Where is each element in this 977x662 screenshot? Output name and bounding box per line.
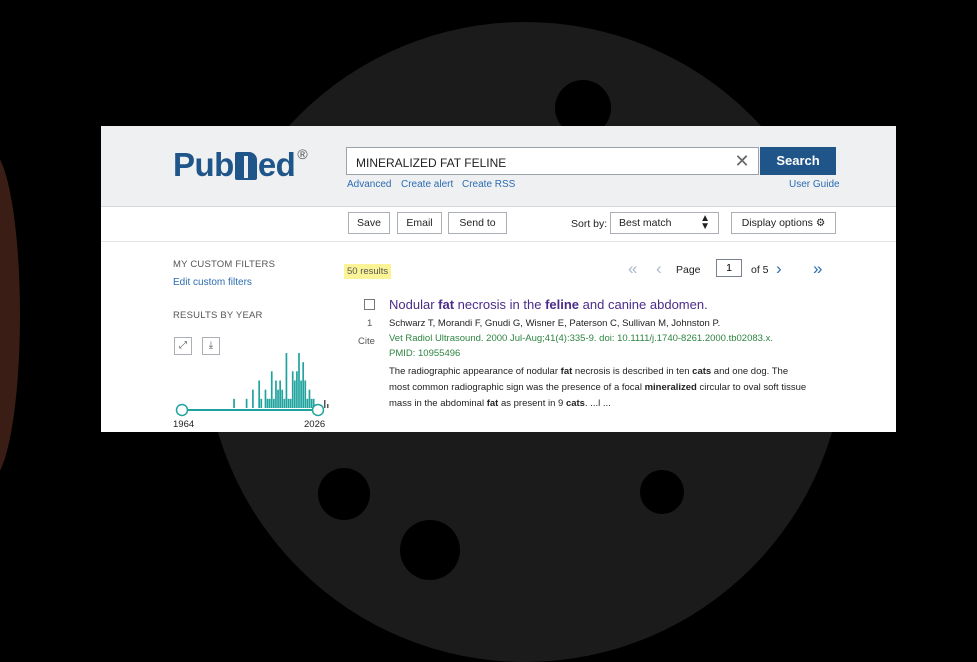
- next-page-icon[interactable]: ›: [776, 259, 782, 279]
- background-dot: [400, 520, 460, 580]
- results-toolbar: Save Email Send to Sort by: Best match ▲…: [101, 207, 896, 242]
- background-edge: [0, 150, 20, 480]
- background-dot: [640, 470, 684, 514]
- advanced-link[interactable]: Advanced: [347, 179, 391, 190]
- histogram-bar: [264, 389, 267, 408]
- histogram-bar: [233, 398, 235, 408]
- save-button[interactable]: Save: [348, 212, 390, 234]
- page-label: Page: [676, 264, 701, 276]
- histogram-bar: [289, 398, 292, 408]
- create-alert-link[interactable]: Create alert: [401, 179, 453, 190]
- article-title-link[interactable]: Nodular fat necrosis in the feline and c…: [389, 297, 708, 312]
- histogram-bar: [302, 362, 305, 408]
- results-by-year-histogram: [175, 353, 329, 417]
- sort-select[interactable]: Best match ▲ ▼: [610, 212, 719, 234]
- histogram-bar: [268, 398, 271, 408]
- page-count: of 5: [751, 264, 769, 276]
- background-dot: [318, 468, 370, 520]
- sort-arrows-icon: ▲ ▼: [700, 213, 710, 232]
- histogram-bar: [281, 389, 284, 408]
- histogram-bar: [306, 398, 309, 408]
- histogram-bar: [304, 380, 307, 408]
- page-number-input[interactable]: 1: [716, 259, 742, 277]
- edit-custom-filters-link[interactable]: Edit custom filters: [173, 277, 252, 288]
- search-header: Pub ed ® MINERALIZED FAT FELINE ✕ Search A…: [101, 126, 896, 207]
- custom-filters-heading: MY CUSTOM FILTERS: [173, 259, 276, 270]
- histogram-bar: [270, 371, 273, 408]
- histogram-bar: [279, 380, 281, 408]
- histogram-bar: [298, 353, 300, 408]
- year-start-label: 1964: [173, 419, 195, 430]
- first-page-icon[interactable]: «: [628, 259, 637, 279]
- year-slider-end-handle[interactable]: [311, 403, 325, 417]
- sort-by-label: Sort by:: [571, 218, 608, 230]
- histogram-bar: [310, 398, 313, 408]
- article-citation: Vet Radiol Ultrasound. 2000 Jul-Aug;41(4…: [389, 333, 773, 344]
- last-page-icon[interactable]: »: [813, 259, 822, 279]
- article-authors: Schwarz T, Morandi F, Gnudi G, Wisner E,…: [389, 318, 721, 329]
- send-to-button[interactable]: Send to: [448, 212, 507, 234]
- article-snippet: The radiographic appearance of nodular f…: [389, 366, 807, 409]
- year-end-label: 2026: [304, 419, 326, 430]
- search-button[interactable]: Search: [760, 147, 836, 175]
- histogram-bar: [258, 380, 261, 408]
- previous-page-icon[interactable]: ‹: [656, 259, 662, 279]
- create-rss-link[interactable]: Create RSS: [462, 179, 515, 190]
- histogram-bar: [266, 398, 269, 408]
- histogram-bar: [308, 389, 311, 408]
- histogram-bar: [283, 398, 286, 408]
- histogram-bar: [327, 404, 329, 408]
- histogram-bar: [291, 371, 294, 408]
- histogram-bar: [324, 400, 326, 408]
- histogram-bar: [260, 398, 263, 408]
- histogram-bar: [252, 389, 254, 408]
- histogram-bar: [293, 380, 296, 408]
- article-select-checkbox[interactable]: [364, 299, 375, 310]
- cite-button[interactable]: Cite: [358, 336, 375, 347]
- histogram-bar: [287, 398, 290, 408]
- pubmed-logo[interactable]: Pub ed ®: [173, 146, 308, 184]
- pubmed-window: Pub ed ® MINERALIZED FAT FELINE ✕ Search A…: [101, 126, 896, 432]
- display-options-button[interactable]: Display options ⚙: [731, 212, 836, 234]
- email-button[interactable]: Email: [397, 212, 442, 234]
- histogram-bar: [275, 380, 277, 408]
- article-number: 1: [367, 318, 373, 329]
- clear-icon[interactable]: ✕: [728, 150, 756, 172]
- year-slider-start-handle[interactable]: [175, 403, 189, 417]
- histogram-bar: [273, 398, 275, 408]
- results-by-year-heading: RESULTS BY YEAR: [173, 310, 263, 321]
- article-pmid: PMID: 10955496: [389, 348, 461, 359]
- histogram-bar: [300, 380, 302, 408]
- histogram-bar: [296, 371, 298, 408]
- search-input[interactable]: MINERALIZED FAT FELINE: [346, 147, 759, 175]
- book-logo-icon: [234, 152, 257, 180]
- user-guide-link[interactable]: User Guide: [789, 179, 840, 190]
- histogram-bar: [285, 353, 288, 408]
- histogram-bar: [277, 389, 279, 408]
- results-count: 50 results: [344, 264, 392, 279]
- histogram-bar: [245, 398, 248, 408]
